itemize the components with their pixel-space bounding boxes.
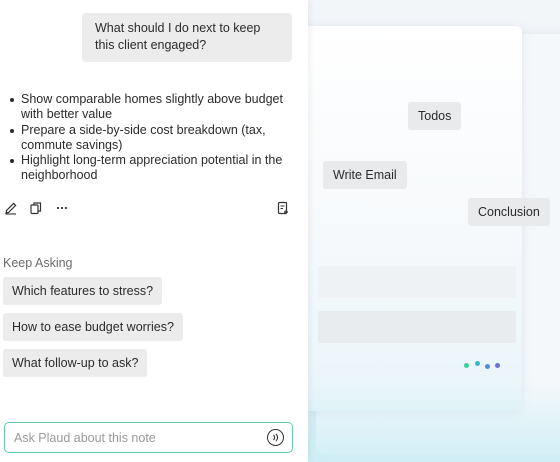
- todos-chip[interactable]: Todos: [408, 102, 462, 130]
- write-email-chip[interactable]: Write Email: [323, 161, 407, 189]
- keep-asking-heading: Keep Asking: [3, 256, 73, 270]
- loading-dot: [495, 363, 500, 368]
- suggestion-chip[interactable]: How to ease budget worries?: [3, 313, 183, 341]
- assistant-answer: Show comparable homes slightly above bud…: [8, 92, 300, 184]
- answer-bullet: Prepare a side-by-side cost breakdown (t…: [8, 123, 300, 153]
- placeholder-line: [318, 266, 516, 298]
- suggestion-chip[interactable]: What follow-up to ask?: [3, 349, 148, 377]
- chat-panel: What should I do next to keep this clien…: [0, 0, 308, 462]
- suggestion-chip[interactable]: Which features to stress?: [3, 277, 163, 305]
- ask-input[interactable]: [14, 423, 254, 452]
- answer-bullet: Highlight long-term appreciation potenti…: [8, 153, 300, 183]
- conclusion-chip[interactable]: Conclusion: [468, 198, 550, 226]
- ask-box: [4, 422, 293, 453]
- answer-bullet: Show comparable homes slightly above bud…: [8, 92, 300, 122]
- voice-input-icon[interactable]: [267, 429, 284, 446]
- note-preview-area: Todos Write Email Conclusion: [300, 0, 560, 462]
- loading-dot: [475, 361, 480, 366]
- copy-icon[interactable]: [28, 200, 44, 216]
- glow-backdrop: [300, 380, 560, 462]
- loading-dots-icon: [464, 361, 504, 371]
- save-note-icon[interactable]: [275, 200, 291, 216]
- user-message: What should I do next to keep this clien…: [82, 13, 292, 62]
- loading-dot: [485, 364, 490, 369]
- loading-dot: [464, 363, 469, 368]
- edit-icon[interactable]: [3, 200, 19, 216]
- placeholder-line: [318, 311, 516, 343]
- answer-actions: [3, 200, 293, 218]
- more-icon[interactable]: [54, 200, 70, 216]
